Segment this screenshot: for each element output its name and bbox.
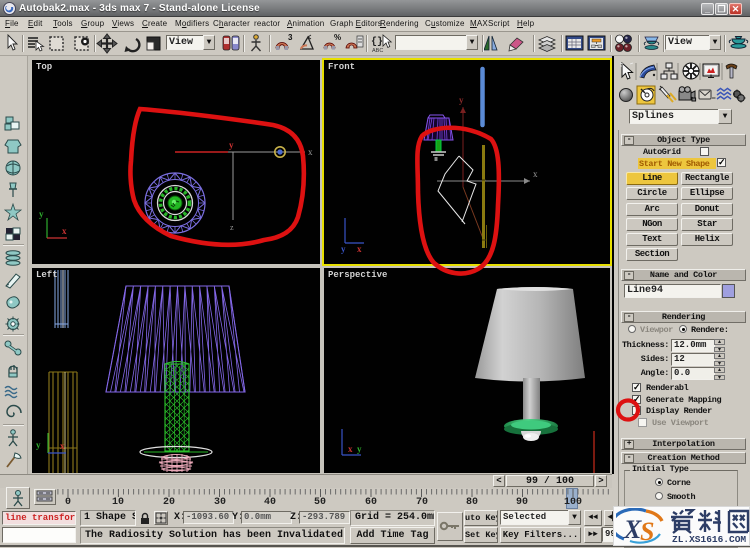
svg-text:x: x (348, 444, 353, 454)
svg-text:S: S (640, 517, 654, 546)
svg-text:3: 3 (288, 33, 293, 42)
svg-text:x: x (62, 226, 67, 236)
svg-text:{}: {} (371, 36, 383, 48)
svg-text:y: y (229, 140, 234, 150)
svg-text:y: y (357, 444, 362, 454)
svg-text:ABC: ABC (372, 48, 383, 54)
svg-text:z: z (230, 223, 234, 232)
svg-text:%: % (334, 33, 341, 42)
svg-text:x: x (60, 441, 65, 451)
svg-text:y: y (39, 209, 44, 219)
svg-text:x: x (308, 147, 313, 157)
svg-text:y: y (36, 440, 41, 450)
